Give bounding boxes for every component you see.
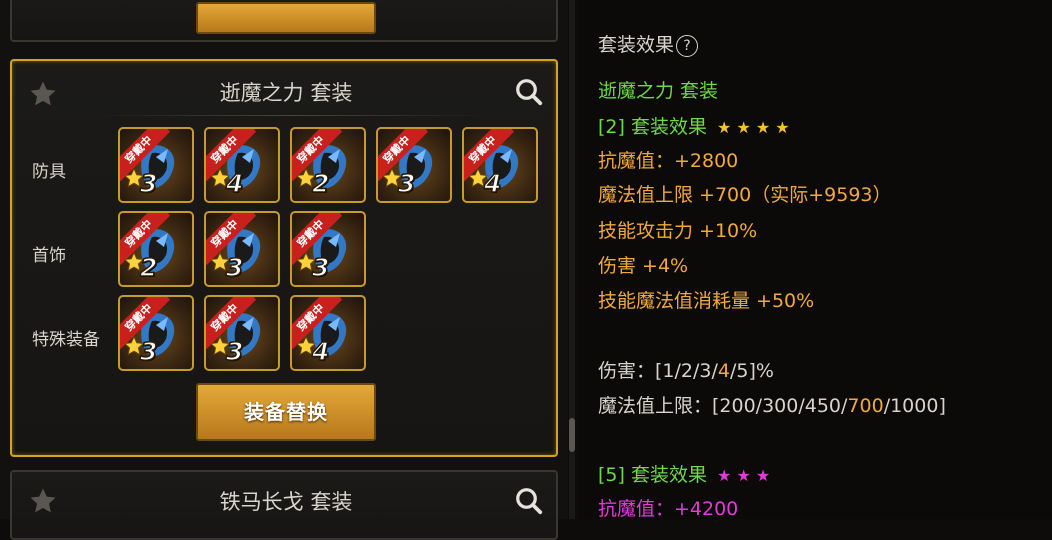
search-icon[interactable]	[514, 77, 544, 107]
damage-scaling-suffix: /5]%	[729, 360, 774, 382]
star-level-count: 4	[225, 168, 244, 199]
tier5-stars: ★ ★ ★	[717, 466, 771, 485]
equipment-slot[interactable]: 穿戴中 3	[118, 127, 194, 203]
replace-equipment-button[interactable]: 装备替换	[196, 383, 376, 441]
star-level-count: 3	[139, 336, 158, 367]
tier5-header: [5] 套装效果 ★ ★ ★	[598, 460, 770, 487]
set-title: 铁马长戈 套装	[219, 490, 353, 514]
star-level-count: 2	[139, 252, 158, 283]
previous-set-card	[10, 0, 558, 42]
help-icon[interactable]: ?	[676, 34, 699, 57]
damage-scaling-prefix: 伤害：[1/2/3/	[598, 360, 718, 382]
star-level-count: 4	[483, 168, 502, 199]
equipment-slot[interactable]: 穿戴中 3	[290, 211, 366, 287]
equipment-slot[interactable]: 穿戴中 2	[290, 127, 366, 203]
equipment-slot[interactable]: 穿戴中 4	[290, 295, 366, 371]
tier2-stat: 伤害 +4%	[598, 255, 689, 277]
previous-set-button[interactable]	[196, 2, 376, 34]
set-title: 逝魔之力 套装	[219, 81, 353, 105]
mp-scaling: 魔法值上限：[200/300/450/700/1000]	[598, 391, 946, 418]
row-label-accessory: 首饰	[32, 246, 66, 266]
effect-header: 套装效果?	[598, 30, 699, 57]
tier2-stat: 抗魔值：+2800	[598, 150, 739, 172]
effect-header-text: 套装效果	[598, 34, 675, 56]
tier5-title: [5] 套装效果	[598, 464, 707, 486]
set-effect-panel: 套装效果? 逝魔之力 套装 [2] 套装效果 ★ ★ ★ ★ 抗魔值：+2800…	[578, 0, 1052, 520]
star-level-count: 3	[311, 252, 330, 283]
equipment-slot[interactable]: 穿戴中 3	[204, 211, 280, 287]
set-card-next[interactable]: 铁马长戈 套装	[10, 470, 558, 540]
scrollbar-thumb[interactable]	[569, 418, 575, 452]
tier2-title: [2] 套装效果	[598, 116, 707, 138]
star-level-count: 3	[225, 252, 244, 283]
set-list-panel: 逝魔之力 套装 防具 首饰 特殊装备 穿戴中 3 穿戴中 4 穿戴中 2 穿戴中 3 穿戴中 4 穿…	[0, 0, 568, 540]
star-level-count: 2	[311, 168, 330, 199]
tier2-stat: 魔法值上限 +700（实际+9593）	[598, 184, 892, 206]
tier2-stat: 技能魔法值消耗量 +50%	[598, 290, 815, 312]
star-level-count: 3	[139, 168, 158, 199]
mp-scaling-suffix: /1000]	[883, 395, 946, 417]
effect-set-name: 逝魔之力 套装	[598, 80, 719, 102]
equipment-slot[interactable]: 穿戴中 4	[462, 127, 538, 203]
row-label-special: 特殊装备	[32, 330, 100, 350]
tier2-stat: 技能攻击力 +10%	[598, 220, 758, 242]
tier5-stat: 抗魔值：+4200	[598, 498, 739, 520]
star-level-count: 3	[225, 336, 244, 367]
set-card-selected: 逝魔之力 套装 防具 首饰 特殊装备 穿戴中 3 穿戴中 4 穿戴中 2 穿戴中 3 穿戴中 4 穿…	[10, 59, 558, 457]
equipment-slot[interactable]: 穿戴中 3	[376, 127, 452, 203]
damage-scaling: 伤害：[1/2/3/4/5]%	[598, 356, 774, 383]
tier2-stars: ★ ★ ★ ★	[717, 118, 790, 137]
equipment-slot[interactable]: 穿戴中 4	[204, 127, 280, 203]
mp-scaling-current: 700	[847, 395, 884, 417]
star-level-count: 3	[397, 168, 416, 199]
equipment-slot[interactable]: 穿戴中 3	[204, 295, 280, 371]
title-divider	[92, 115, 492, 116]
tier2-header: [2] 套装效果 ★ ★ ★ ★	[598, 112, 790, 139]
damage-scaling-current: 4	[717, 360, 730, 382]
equipment-slot[interactable]: 穿戴中 2	[118, 211, 194, 287]
row-label-armor: 防具	[32, 162, 66, 182]
search-icon[interactable]	[514, 486, 544, 516]
star-level-count: 4	[311, 336, 330, 367]
mp-scaling-prefix: 魔法值上限：[200/300/450/	[598, 395, 848, 417]
equipment-slot[interactable]: 穿戴中 3	[118, 295, 194, 371]
